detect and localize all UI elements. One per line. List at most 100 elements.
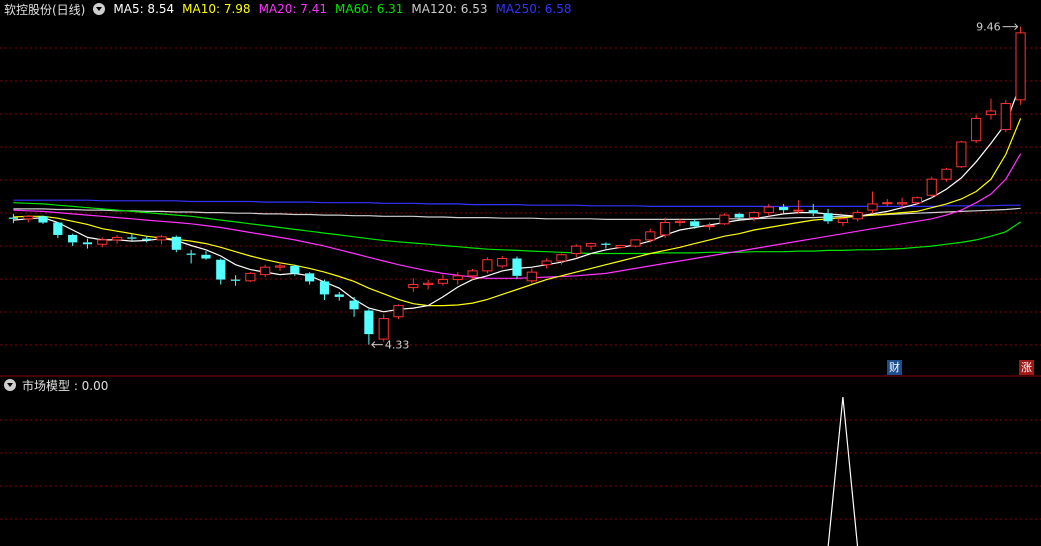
candle (971, 114, 982, 144)
candle (349, 296, 359, 317)
candle (171, 235, 181, 253)
price-panel-header: 软控股份(日线) MA5: 8.54 MA10: 7.98 MA20: 7.41… (4, 1, 572, 17)
candle-body (512, 258, 522, 276)
candle-body (260, 266, 271, 276)
candle-body (660, 222, 671, 236)
candle-body (319, 281, 330, 295)
candle (630, 239, 641, 248)
candle (926, 176, 937, 198)
sub-indicator-dropdown-icon[interactable] (4, 379, 16, 391)
candle-body (423, 282, 434, 286)
candle (452, 272, 463, 285)
stock-title[interactable]: 软控股份(日线) (4, 1, 85, 18)
candle (985, 98, 997, 120)
candle-body (408, 284, 419, 289)
candle (779, 203, 789, 214)
candle-body (793, 209, 804, 212)
candle-body (1015, 32, 1026, 101)
candle (216, 258, 226, 285)
candle (541, 258, 552, 269)
candle-body (897, 202, 908, 205)
candle (393, 304, 404, 320)
indicator-dropdown-icon[interactable] (93, 3, 106, 15)
candle (245, 272, 256, 283)
candle (1000, 99, 1011, 133)
candle-body (201, 254, 211, 259)
candle-body (245, 272, 256, 282)
ma250-label: MA250: 6.58 (495, 2, 572, 16)
candle (111, 234, 123, 244)
ma120-label: MA120: 6.53 (411, 2, 488, 16)
candle-body (971, 117, 982, 142)
candle-body (111, 236, 123, 241)
candle-body (941, 168, 952, 180)
candle-body (437, 279, 449, 284)
low-price-label: 4.33 (385, 339, 410, 352)
limit-up-badge[interactable]: 涨 (1019, 360, 1034, 375)
candle (645, 228, 656, 243)
candle-body (763, 206, 774, 214)
candlestick-series[interactable] (8, 26, 1026, 345)
candle-body (645, 231, 656, 241)
candle-body (68, 234, 78, 243)
candle (38, 215, 48, 224)
candle (956, 140, 967, 168)
candle-body (601, 243, 611, 245)
candle-body (8, 217, 18, 219)
candle (823, 208, 833, 224)
candle (512, 256, 522, 279)
candle (526, 268, 537, 284)
candle (319, 279, 330, 301)
candle-body (378, 318, 389, 340)
candle (911, 196, 923, 206)
candle (201, 251, 211, 260)
candle-body (882, 202, 893, 205)
candle-body (467, 270, 478, 277)
candle (941, 167, 952, 182)
candle-body (97, 239, 108, 245)
candle-body (571, 245, 582, 255)
candle-body (985, 110, 997, 116)
candle (68, 233, 78, 247)
candle (230, 275, 241, 286)
candle-body (1000, 103, 1011, 131)
candle (53, 221, 63, 239)
candle-body (290, 265, 300, 274)
candle (378, 314, 389, 342)
candle (704, 222, 715, 230)
candle-body (393, 305, 404, 318)
candle-body (674, 220, 686, 224)
candle-body (808, 210, 818, 214)
candle (437, 274, 449, 286)
candle (852, 210, 863, 222)
candle (748, 211, 760, 222)
candle-body (748, 212, 760, 219)
market-model-label[interactable]: 市场模型 : 0.00 (22, 377, 108, 394)
candle (719, 213, 730, 226)
candle-body (585, 243, 597, 247)
high-price-label: 9.46 (976, 21, 1001, 34)
candle-body (630, 239, 641, 247)
sub-panel-grid (0, 419, 1041, 520)
candle-body (719, 214, 730, 225)
price-annotations: 9.46 4.33 (371, 21, 1019, 352)
candle-body (38, 216, 48, 223)
candle-body (216, 259, 226, 280)
candle-body (334, 294, 344, 297)
candle-body (171, 236, 181, 250)
candle-body (911, 197, 923, 204)
candle-body (541, 260, 552, 266)
candle-body (734, 213, 744, 218)
candle (334, 291, 344, 301)
candle (186, 249, 196, 264)
candle (408, 278, 419, 292)
financial-report-badge[interactable]: 财 (887, 360, 902, 375)
price-grid (0, 47, 1041, 346)
candle-body (690, 221, 700, 227)
candle-body (704, 225, 715, 228)
kline-chart-canvas[interactable]: 9.46 4.33 (0, 0, 1041, 546)
candle-body (482, 259, 493, 272)
candle (571, 244, 582, 258)
market-model-series (827, 396, 859, 546)
candle-body (926, 178, 937, 196)
